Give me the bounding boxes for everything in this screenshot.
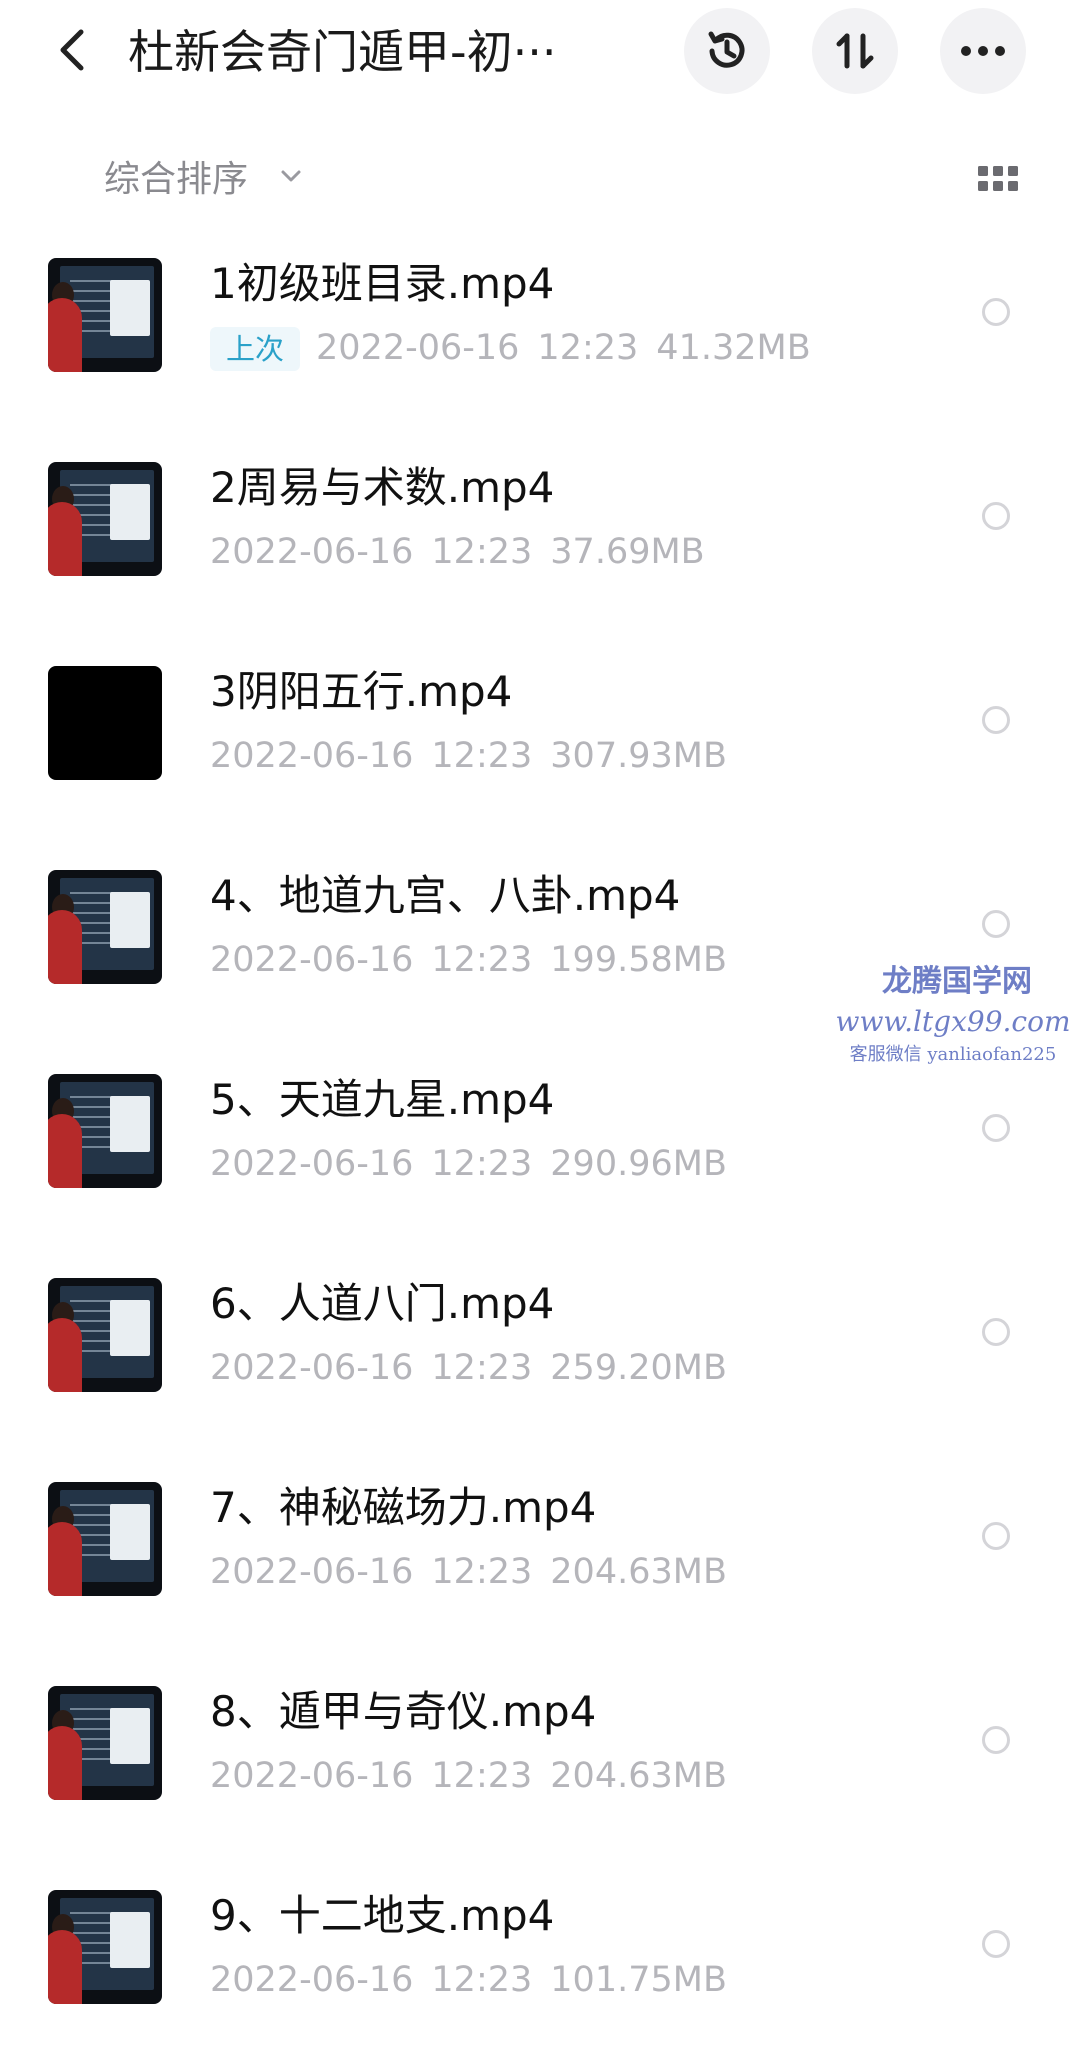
file-name: 6、人道八门.mp4 (210, 1279, 555, 1328)
file-size: 204.63MB (550, 1552, 727, 1592)
file-time: 12:23 (431, 940, 533, 980)
more-button[interactable] (940, 8, 1026, 94)
file-meta: 2022-06-16 12:23 307.93MB (210, 734, 727, 778)
file-meta: 2022-06-16 12:23 204.63MB (210, 1550, 727, 1594)
history-button[interactable] (684, 8, 770, 94)
file-date: 2022-06-16 (210, 1144, 414, 1184)
file-name: 5、天道九星.mp4 (210, 1075, 555, 1124)
watermark-site-name: 龙腾国学网 (882, 964, 1032, 999)
watermark: 龙腾国学网 www.ltgx99.com 客服微信 yanliaofan225 (832, 962, 1080, 1068)
file-size: 41.32MB (656, 328, 811, 368)
file-time: 12:23 (431, 1552, 533, 1592)
file-date: 2022-06-16 (210, 940, 414, 980)
file-time: 12:23 (431, 1960, 533, 2000)
file-name: 8、遁甲与奇仪.mp4 (210, 1687, 597, 1736)
file-date: 2022-06-16 (210, 1552, 414, 1592)
file-row[interactable]: 3阴阳五行.mp4 2022-06-16 12:23 307.93MB (0, 634, 1080, 814)
chevron-left-icon (60, 29, 84, 71)
file-row[interactable]: 8、遁甲与奇仪.mp4 2022-06-16 12:23 204.63MB (0, 1654, 1080, 1834)
file-time: 12:23 (431, 1144, 533, 1184)
file-meta: 2022-06-16 12:23 101.75MB (210, 1958, 727, 2002)
file-meta: 2022-06-16 12:23 204.63MB (210, 1754, 727, 1798)
file-name: 3阴阳五行.mp4 (210, 667, 513, 716)
file-size: 259.20MB (550, 1348, 727, 1388)
grid-view-icon[interactable] (978, 166, 1018, 192)
video-thumbnail (48, 666, 162, 780)
select-radio[interactable] (982, 1522, 1010, 1550)
file-time: 12:23 (431, 1756, 533, 1796)
video-thumbnail (48, 1686, 162, 1800)
video-thumbnail (48, 1278, 162, 1392)
file-row[interactable]: 2周易与术数.mp4 2022-06-16 12:23 37.69MB (0, 430, 1080, 610)
sort-button[interactable] (812, 8, 898, 94)
video-thumbnail (48, 870, 162, 984)
file-meta: 上次 2022-06-16 12:23 41.32MB (210, 326, 811, 371)
file-name: 9、十二地支.mp4 (210, 1891, 555, 1940)
select-radio[interactable] (982, 910, 1010, 938)
file-size: 101.75MB (550, 1960, 727, 2000)
file-name: 7、神秘磁场力.mp4 (210, 1483, 597, 1532)
video-thumbnail (48, 1074, 162, 1188)
file-time: 12:23 (431, 532, 533, 572)
video-thumbnail (48, 1890, 162, 2004)
select-radio[interactable] (982, 1318, 1010, 1346)
select-radio[interactable] (982, 706, 1010, 734)
file-meta: 2022-06-16 12:23 259.20MB (210, 1346, 727, 1390)
select-radio[interactable] (982, 502, 1010, 530)
file-size: 199.58MB (550, 940, 727, 980)
last-played-badge: 上次 (210, 327, 301, 371)
select-radio[interactable] (982, 1114, 1010, 1142)
watermark-contact: 客服微信 yanliaofan225 (849, 1044, 1057, 1065)
file-meta: 2022-06-16 12:23 290.96MB (210, 1142, 727, 1186)
history-icon (708, 31, 745, 68)
file-row[interactable]: 7、神秘磁场力.mp4 2022-06-16 12:23 204.63MB (0, 1450, 1080, 1630)
file-row[interactable]: 9、十二地支.mp4 2022-06-16 12:23 101.75MB (0, 1858, 1080, 2038)
file-size: 37.69MB (550, 532, 705, 572)
page-title: 杜新会奇门遁甲-初··· (128, 25, 557, 79)
video-thumbnail (48, 462, 162, 576)
file-size: 290.96MB (550, 1144, 727, 1184)
sort-bar: 综合排序 (0, 140, 1080, 220)
back-button[interactable] (48, 24, 96, 76)
select-radio[interactable] (982, 1726, 1010, 1754)
file-date: 2022-06-16 (210, 1348, 414, 1388)
file-date: 2022-06-16 (210, 736, 414, 776)
file-name: 4、地道九宫、八卦.mp4 (210, 871, 681, 920)
file-meta: 2022-06-16 12:23 37.69MB (210, 530, 705, 574)
file-name: 2周易与术数.mp4 (210, 463, 555, 512)
file-date: 2022-06-16 (210, 1756, 414, 1796)
file-row[interactable]: 1初级班目录.mp4 上次 2022-06-16 12:23 41.32MB (0, 226, 1080, 406)
file-row[interactable]: 6、人道八门.mp4 2022-06-16 12:23 259.20MB (0, 1246, 1080, 1426)
file-size: 204.63MB (550, 1756, 727, 1796)
file-size: 307.93MB (550, 736, 727, 776)
video-thumbnail (48, 1482, 162, 1596)
file-date: 2022-06-16 (210, 1960, 414, 2000)
file-row[interactable]: 5、天道九星.mp4 2022-06-16 12:23 290.96MB (0, 1042, 1080, 1222)
sort-dropdown[interactable]: 综合排序 (104, 158, 248, 202)
file-meta: 2022-06-16 12:23 199.58MB (210, 938, 727, 982)
chevron-down-icon[interactable] (280, 168, 302, 184)
select-radio[interactable] (982, 298, 1010, 326)
watermark-url: www.ltgx99.com (835, 1005, 1071, 1038)
more-horizontal-icon (961, 46, 1005, 56)
file-time: 12:23 (431, 736, 533, 776)
file-time: 12:23 (537, 328, 639, 368)
select-radio[interactable] (982, 1930, 1010, 1958)
file-date: 2022-06-16 (210, 532, 414, 572)
video-thumbnail (48, 258, 162, 372)
sort-arrows-icon (836, 33, 874, 69)
top-bar: 杜新会奇门遁甲-初··· (0, 0, 1080, 100)
file-time: 12:23 (431, 1348, 533, 1388)
file-name: 1初级班目录.mp4 (210, 259, 555, 308)
file-date: 2022-06-16 (316, 328, 520, 368)
